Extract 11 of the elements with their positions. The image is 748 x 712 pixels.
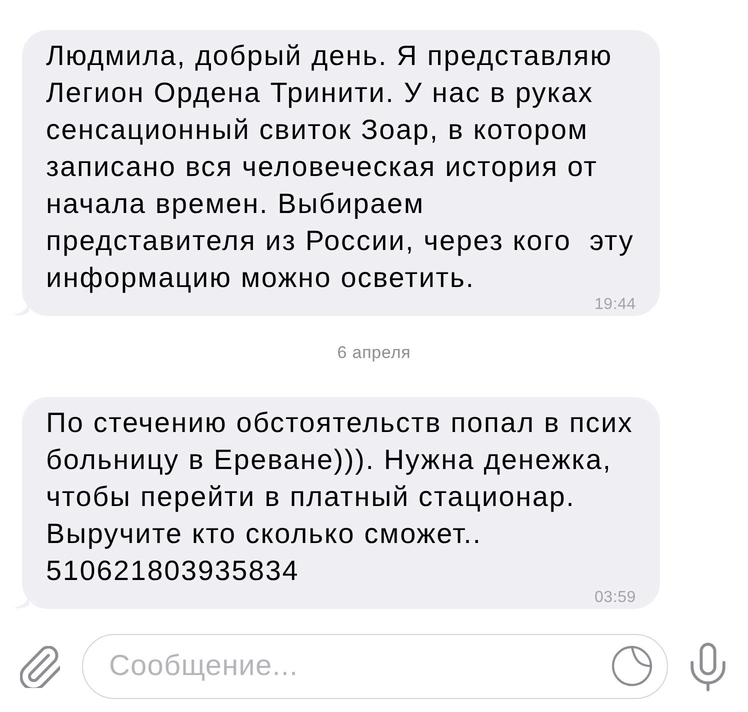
message-time: 03:59 [594,589,636,606]
message-field[interactable]: Сообщение... [82,634,668,699]
microphone-icon [689,642,727,692]
paperclip-icon [20,646,60,688]
microphone-button[interactable] [688,640,728,692]
message-text: Людмила, добрый день. Я представляю Легион Ордена Тринити. У нас в руках сенсационный свиток Зоар, в котором записано вся человеческая история от начала времен. Выбираем представителя из России, через кого эту информацию можно осветить. [46,39,636,295]
date-separator: 6 апреля [337,343,411,363]
sticker-button[interactable] [610,644,654,688]
sticker-icon [611,645,653,687]
message-time: 19:44 [594,296,636,313]
message-text: По стечению обстоятельств попал в псих больницу в Ереване))). Нужна денежка, чтобы перейти в платный стационар. Выручите кто сколько сможет.. 510621803935834 [46,406,634,588]
